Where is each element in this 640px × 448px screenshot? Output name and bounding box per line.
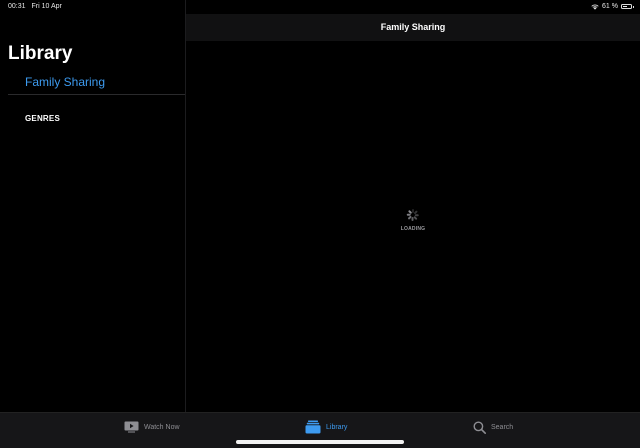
spinner-spoke: [415, 214, 419, 216]
battery-fill: [623, 6, 628, 7]
spinner-spoke: [414, 216, 418, 220]
main-header: Family Sharing: [186, 14, 640, 41]
battery-icon: [621, 4, 634, 9]
battery-cap: [632, 6, 634, 8]
tab-label: Search: [491, 423, 514, 431]
spinner-spoke: [408, 210, 412, 214]
tab-label: Library: [326, 423, 348, 431]
sidebar-divider: [8, 94, 185, 95]
battery-percentage: 61 %: [602, 3, 618, 10]
app-window: Library Family Sharing GENRES Family Sha…: [0, 0, 640, 448]
sidebar-title: Library: [8, 43, 73, 64]
loading-spinner-icon: [407, 209, 419, 221]
status-time: 00:31: [8, 3, 26, 10]
status-bar: 00:31 Fri 10 Apr 61 %: [0, 0, 640, 14]
tab-watch-now[interactable]: Watch Now: [124, 419, 180, 435]
tab-search[interactable]: Search: [473, 419, 513, 435]
spinner-spoke: [414, 210, 418, 214]
tv-play-icon: [124, 421, 139, 433]
sidebar-item-family-sharing[interactable]: Family Sharing: [25, 75, 105, 89]
search-icon: [473, 421, 486, 434]
sidebar-section-genres[interactable]: GENRES: [25, 114, 60, 123]
page-title: Family Sharing: [380, 22, 446, 32]
sidebar: Library Family Sharing GENRES: [0, 0, 186, 412]
spinner-spoke: [407, 214, 411, 216]
spinner-spoke: [412, 217, 414, 221]
status-date: Fri 10 Apr: [31, 3, 62, 10]
loading-indicator: LOADING: [186, 209, 640, 232]
tab-label: Watch Now: [144, 423, 180, 431]
loading-text: LOADING: [400, 226, 426, 232]
wifi-icon: [591, 4, 599, 10]
tab-library[interactable]: Library: [305, 419, 347, 435]
home-indicator[interactable]: [236, 440, 404, 444]
library-stack-icon: [305, 420, 321, 434]
